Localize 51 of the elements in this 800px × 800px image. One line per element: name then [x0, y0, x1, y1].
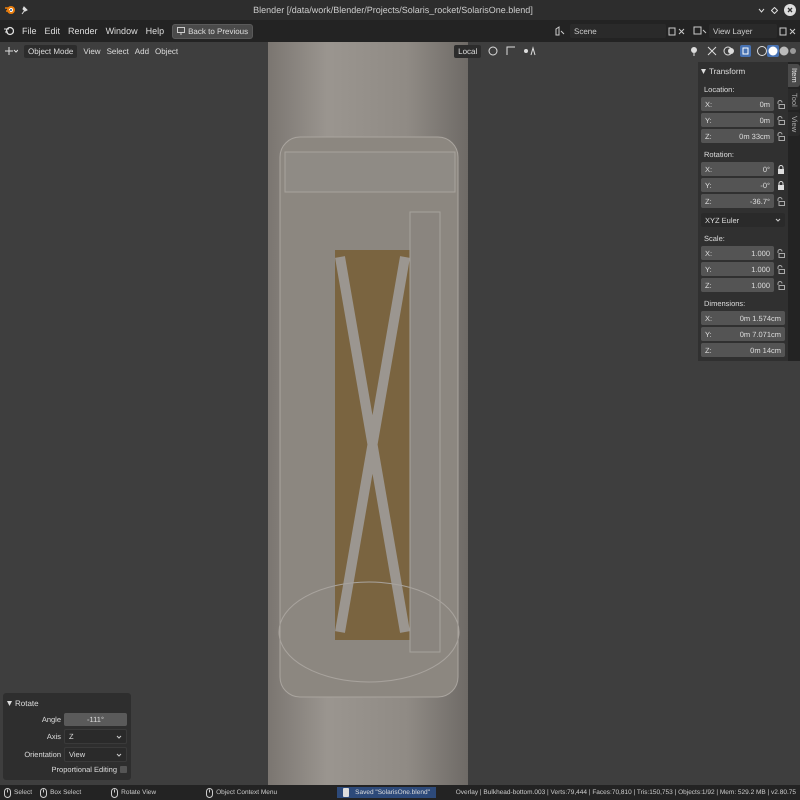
- menu-item[interactable]: Edit: [44, 26, 60, 36]
- unlocked-icon[interactable]: [777, 116, 785, 124]
- orientation-dropdown[interactable]: Local: [454, 44, 482, 58]
- window-title: Blender [/data/work/Blender/Projects/Solaris_rocket/SolarisOne.blend]: [252, 5, 534, 15]
- collapse-arrow-icon[interactable]: [7, 700, 12, 706]
- xray-icon[interactable]: [740, 45, 751, 57]
- app-logo-icon[interactable]: [4, 26, 14, 36]
- close-icon[interactable]: [784, 4, 796, 16]
- unlocked-icon[interactable]: [777, 280, 785, 290]
- minimize-icon[interactable]: [758, 8, 765, 12]
- menu-item[interactable]: File: [22, 26, 37, 36]
- mouse-icon: [40, 788, 48, 798]
- unlocked-icon[interactable]: [777, 196, 785, 206]
- menu-item[interactable]: View: [83, 46, 101, 56]
- chevron-down-icon: [775, 218, 781, 222]
- app-logo-icon: [4, 4, 16, 16]
- chevron-down-icon: [116, 752, 122, 756]
- panel-title: Rotate: [15, 698, 39, 708]
- mouse-icon: [4, 788, 11, 798]
- maximize-icon[interactable]: [771, 6, 778, 14]
- menu-item[interactable]: Select: [106, 46, 129, 56]
- overlay-icon[interactable]: [723, 45, 735, 57]
- back-to-previous-button[interactable]: Back to Previous: [172, 24, 254, 38]
- cursor-tool-icon[interactable]: [4, 46, 18, 56]
- panel-title: Transform: [709, 66, 746, 76]
- view-layer-field[interactable]: View Layer: [709, 24, 777, 38]
- unlocked-icon[interactable]: [777, 132, 785, 140]
- menu-item[interactable]: Render: [68, 26, 98, 36]
- lock-icon[interactable]: [777, 164, 785, 174]
- mouse-icon: [206, 788, 214, 798]
- shading-modes-icon[interactable]: [756, 45, 796, 57]
- copy-icon[interactable]: [779, 26, 787, 36]
- pin-icon[interactable]: [20, 5, 28, 15]
- monitor-icon: [177, 27, 186, 35]
- menu-item[interactable]: Add: [134, 46, 150, 56]
- close-icon[interactable]: [678, 28, 685, 34]
- scene-field[interactable]: Scene: [570, 24, 666, 38]
- mode-dropdown[interactable]: Object Mode: [24, 44, 78, 58]
- menu-item[interactable]: Help: [146, 26, 164, 36]
- unlocked-icon[interactable]: [777, 100, 785, 108]
- menu-item[interactable]: Window: [106, 26, 138, 36]
- checkbox[interactable]: [120, 766, 127, 773]
- copy-icon[interactable]: [668, 26, 676, 36]
- chevron-down-icon: [116, 734, 122, 738]
- close-icon[interactable]: [789, 28, 796, 34]
- unlocked-icon[interactable]: [777, 264, 785, 274]
- collapse-arrow-icon[interactable]: [701, 68, 706, 74]
- mouse-icon: [111, 788, 118, 798]
- lock-icon[interactable]: [777, 180, 785, 190]
- menu-item[interactable]: Object: [155, 46, 178, 56]
- unlocked-icon[interactable]: [777, 248, 785, 258]
